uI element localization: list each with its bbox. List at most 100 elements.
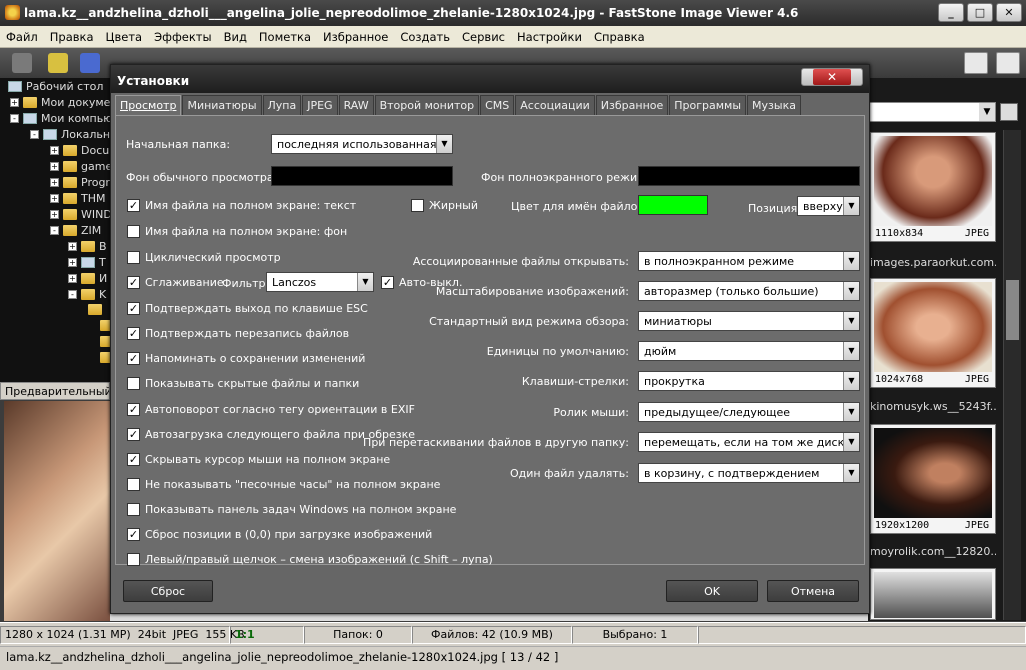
tab-music[interactable]: Музыка [747,95,801,115]
tree-item-localdisk[interactable]: - Локальны [30,128,110,141]
checkbox[interactable]: ✓ [127,403,140,416]
tab-favorites[interactable]: Избранное [595,95,669,115]
checkbox[interactable]: ✓ [127,199,140,212]
bg-normal-color[interactable] [271,166,453,186]
minimize-button[interactable]: _ [938,3,964,22]
layout-icon[interactable] [964,52,988,74]
close-icon[interactable]: ✕ [813,69,851,85]
checkbox[interactable] [127,503,140,516]
checkbox[interactable]: ✓ [127,528,140,541]
chevron-down-icon[interactable]: ▼ [436,135,452,153]
tree-item-folder[interactable]: + B [68,240,107,253]
tree-item-folder[interactable]: + T [68,256,106,269]
checkbox-row[interactable]: ✓ Сглаживание [127,276,224,289]
expand-icon[interactable]: + [68,274,77,283]
chevron-down-icon[interactable]: ▼ [357,273,373,291]
maximize-button[interactable]: □ [967,3,993,22]
tab-jpeg[interactable]: JPEG [302,95,338,115]
expand-icon[interactable]: + [50,210,59,219]
checkbox-row[interactable]: ✓ Сброс позиции в (0,0) при загрузке изоб… [127,528,432,541]
tree-item-folder[interactable] [100,320,110,331]
tab-raw[interactable]: RAW [338,95,374,115]
checkbox-row[interactable]: ✓ Имя файла на полном экране: текст [127,199,356,212]
chevron-down-icon[interactable]: ▼ [843,403,859,421]
checkbox[interactable]: ✓ [127,428,140,441]
chevron-down-icon[interactable]: ▼ [843,312,859,330]
tree-item-folder[interactable]: -K [68,288,106,301]
thumbnail[interactable]: 1920x1200 JPEG [870,424,996,534]
save-icon[interactable] [80,53,100,73]
checkbox[interactable] [411,199,424,212]
menu-tag[interactable]: Пометка [253,30,317,44]
bold-checkbox-row[interactable]: Жирный [411,199,478,212]
scrollbar-thumb[interactable] [1006,280,1019,340]
expand-icon[interactable]: + [10,98,19,107]
menu-view[interactable]: Вид [218,30,253,44]
checkbox[interactable] [127,377,140,390]
tree-item-folder[interactable]: + WIND [50,208,110,221]
tree-item-mydocs[interactable]: + Мои докумен [10,96,110,109]
open-folder-icon[interactable] [48,53,68,73]
tab-cms[interactable]: CMS [480,95,515,115]
chevron-down-icon[interactable]: ▼ [843,464,859,482]
tree-item-folder[interactable]: + Progr [50,176,110,189]
chevron-down-icon[interactable]: ▼ [979,103,995,121]
path-combobox[interactable]: ▼ [868,102,996,122]
checkbox-row[interactable]: Не показывать "песочные часы" на полном … [127,478,440,491]
bg-fullscreen-color[interactable] [638,166,860,186]
arrow-keys-select[interactable]: прокрутка ▼ [638,371,860,391]
scaling-select[interactable]: авторазмер (только большие) ▼ [638,281,860,301]
tree-item-folder[interactable] [88,304,102,315]
trash-icon[interactable] [1000,103,1018,121]
chevron-down-icon[interactable]: ▼ [843,433,859,451]
position-select[interactable]: вверху ▼ [797,196,860,216]
checkbox[interactable]: ✓ [127,327,140,340]
menu-help[interactable]: Справка [588,30,651,44]
checkbox[interactable]: ✓ [127,453,140,466]
drag-files-select[interactable]: перемещать, если на том же диске ▼ [638,432,860,452]
checkbox[interactable]: ✓ [381,276,394,289]
tree-item-mycomputer[interactable]: - Мои компьют [10,112,110,125]
checkbox-row[interactable]: Циклический просмотр [127,251,281,264]
chevron-down-icon[interactable]: ▼ [843,252,859,270]
collapse-icon[interactable]: - [30,130,39,139]
expand-icon[interactable]: + [50,194,59,203]
collapse-icon[interactable]: - [50,226,59,235]
checkbox-row[interactable]: Имя файла на полном экране: фон [127,225,347,238]
menu-settings[interactable]: Настройки [511,30,588,44]
reset-button[interactable]: Сброс [123,580,213,602]
tree-item-folder[interactable] [100,336,110,347]
checkbox[interactable]: ✓ [127,352,140,365]
menu-file[interactable]: Файл [0,30,44,44]
cancel-button[interactable]: Отмена [767,580,859,602]
checkbox-row[interactable]: ✓ Автоповорот согласно тегу ориентации в … [127,403,415,416]
checkbox-row[interactable]: ✓ Подтверждать выход по клавише ESC [127,302,368,315]
checkbox-row[interactable]: Показывать панель задач Windows на полно… [127,503,456,516]
chevron-down-icon[interactable]: ▼ [843,342,859,360]
tree-item-folder[interactable]: + И [68,272,107,285]
tab-thumbnails[interactable]: Миниатюры [182,95,262,115]
checkbox-row[interactable]: ✓ Подтверждать перезапись файлов [127,327,349,340]
tree-item-folder[interactable]: + THM [50,192,105,205]
expand-icon[interactable]: + [50,178,59,187]
zoom-actual-button[interactable]: 1:1 [235,628,255,641]
browse-view-select[interactable]: миниатюры ▼ [638,311,860,331]
tab-associations[interactable]: Ассоциации [515,95,595,115]
checkbox[interactable]: ✓ [127,276,140,289]
zoom-controls[interactable]: 1:1 [230,625,304,644]
checkbox[interactable]: ✓ [127,302,140,315]
menu-colors[interactable]: Цвета [100,30,149,44]
chevron-down-icon[interactable]: ▼ [843,282,859,300]
tree-item-desktop[interactable]: Рабочий стол [8,80,103,93]
collapse-icon[interactable]: - [10,114,19,123]
checkbox[interactable] [127,478,140,491]
dialog-close-button[interactable]: ✕ [801,68,863,86]
units-select[interactable]: дюйм ▼ [638,341,860,361]
checkbox-row[interactable]: ✓ Напоминать о сохранении изменений [127,352,365,365]
expand-icon[interactable]: + [68,258,77,267]
expand-icon[interactable]: + [50,162,59,171]
menu-effects[interactable]: Эффекты [148,30,218,44]
tree-item-folder[interactable]: - ZIM [50,224,101,237]
assoc-open-select[interactable]: в полноэкранном режиме ▼ [638,251,860,271]
checkbox[interactable] [127,225,140,238]
